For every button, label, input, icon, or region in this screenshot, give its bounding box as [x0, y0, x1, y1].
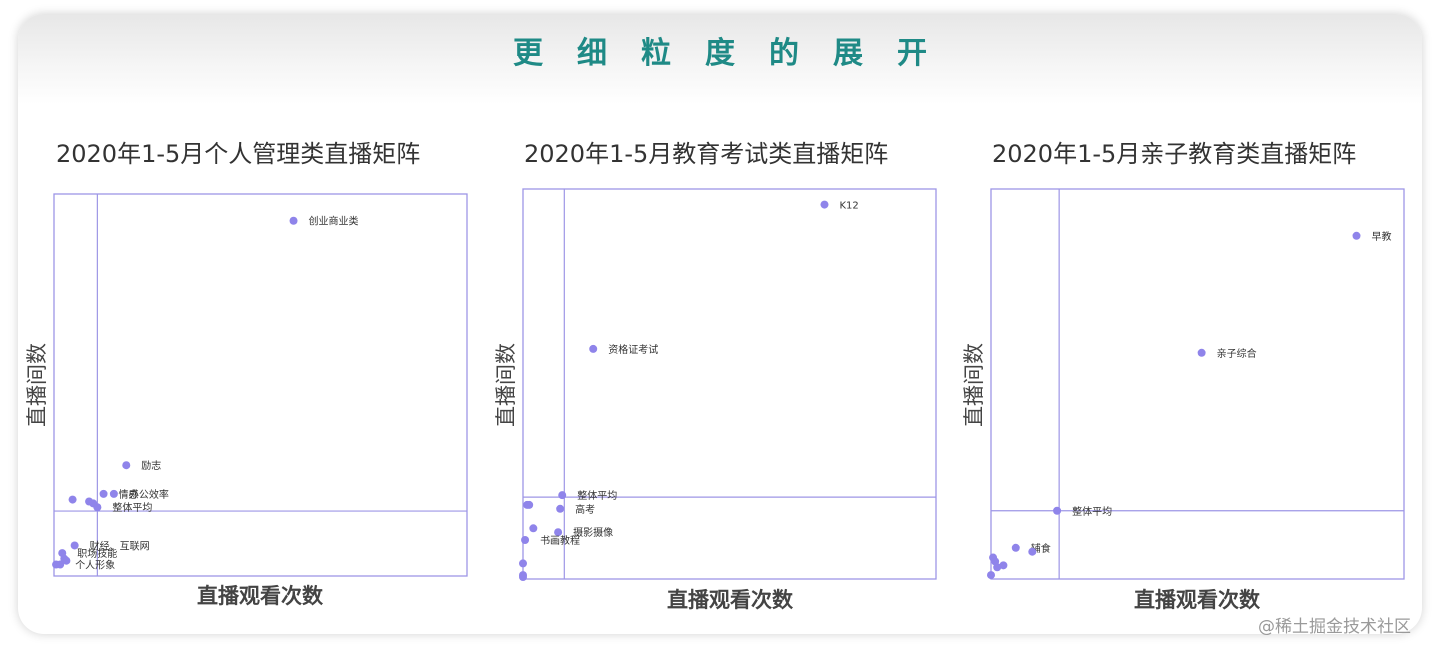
data-point-label: 办公效率	[129, 488, 169, 501]
data-point-label: 创业商业类	[309, 215, 359, 228]
plot-frame	[990, 188, 1405, 580]
data-point	[1352, 231, 1361, 240]
data-point	[556, 504, 565, 513]
data-point-label: 资格证考试	[608, 343, 658, 356]
data-point	[1053, 506, 1062, 515]
data-point-label: 整体平均	[577, 489, 617, 502]
y-axis-label: 直播间数	[962, 343, 986, 427]
chart-title: 2020年1-5月教育考试类直播矩阵	[524, 140, 888, 168]
y-axis-label: 直播间数	[494, 343, 518, 427]
data-point	[93, 503, 102, 512]
charts-canvas: 2020年1-5月个人管理类直播矩阵创业商业类励志情感办公效率整体平均财经、互联…	[25, 140, 1405, 612]
x-axis-label: 直播观看次数	[667, 588, 794, 612]
data-point	[519, 573, 527, 582]
data-point	[519, 559, 527, 568]
data-point-label: 早教	[1372, 230, 1392, 243]
data-point-label: 高考	[575, 503, 595, 516]
x-axis-label: 直播观看次数	[197, 584, 324, 608]
data-point	[558, 491, 567, 500]
data-point	[99, 489, 108, 498]
plot-frame	[522, 188, 937, 580]
chart-title: 2020年1-5月个人管理类直播矩阵	[56, 140, 420, 168]
data-point	[68, 495, 77, 504]
data-point	[289, 216, 298, 225]
data-point	[987, 571, 995, 580]
data-point-label: 整体平均	[112, 501, 152, 514]
data-point	[589, 344, 598, 353]
chart-3: 2020年1-5月亲子教育类直播矩阵早教亲子综合整体平均辅食直播观看次数直播间数	[962, 140, 1405, 612]
chart-1: 2020年1-5月个人管理类直播矩阵创业商业类励志情感办公效率整体平均财经、互联…	[25, 140, 468, 608]
chart-2: 2020年1-5月教育考试类直播矩阵K12资格证考试整体平均高考摄影摄像书画教程…	[494, 140, 937, 612]
data-point	[525, 500, 534, 509]
data-point	[1197, 348, 1206, 357]
data-point	[1011, 543, 1020, 552]
x-axis-label: 直播观看次数	[1134, 588, 1261, 612]
data-point	[820, 200, 829, 209]
data-point	[999, 561, 1008, 570]
y-axis-label: 直播间数	[25, 343, 49, 427]
data-point-label: 亲子综合	[1217, 347, 1257, 360]
data-point	[62, 556, 71, 565]
watermark: @稀土掘金技术社区	[1258, 617, 1411, 637]
data-point-label: 个人形象	[75, 560, 115, 572]
data-point-label: 励志	[141, 459, 161, 472]
data-point	[554, 528, 563, 537]
data-point-label: 职场技能	[77, 547, 117, 560]
data-point-label: K12	[839, 201, 858, 212]
data-point	[109, 489, 118, 498]
data-point-label: 整体平均	[1072, 505, 1112, 518]
data-point	[529, 524, 538, 533]
chart-title: 2020年1-5月亲子教育类直播矩阵	[992, 140, 1356, 168]
plot-frame	[53, 193, 468, 577]
data-point	[521, 536, 530, 544]
data-point	[1028, 547, 1037, 556]
data-point-label: 书画教程	[540, 534, 580, 547]
data-point	[122, 461, 131, 470]
